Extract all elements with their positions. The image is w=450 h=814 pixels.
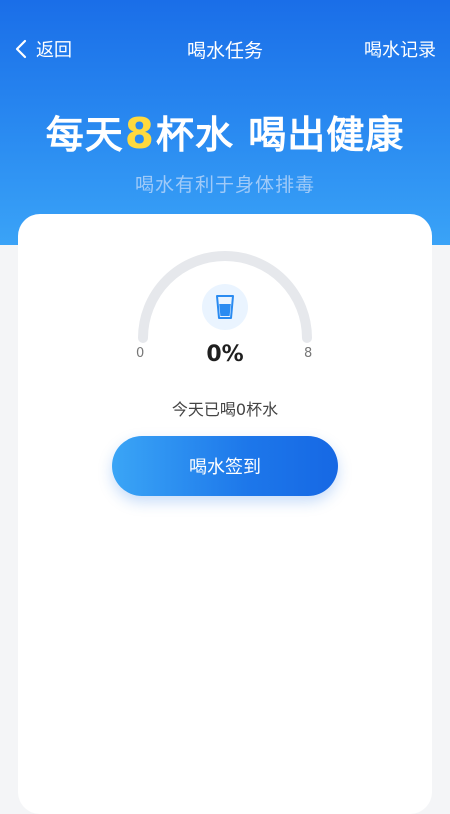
navigation-bar: 返回 喝水任务 喝水记录 [0,30,450,70]
progress-percent: 0% [206,342,244,367]
water-cup-icon [216,295,234,319]
hero-subtitle: 喝水有利于身体排毒 [134,174,315,196]
hero-title-number: 8 [124,109,155,158]
drink-status-text: 今天已喝0杯水 [171,400,279,419]
hero-title-prefix: 每天 [45,113,124,157]
drink-record-link[interactable]: 喝水记录 [364,36,436,62]
drink-checkin-button[interactable]: 喝水签到 [112,436,338,496]
task-card: 0 8 0% 今天已喝0杯水 喝水签到 [18,214,432,814]
cup-icon-badge [202,284,248,330]
hero-title-suffix: 杯水 喝出健康 [156,113,405,157]
hero-title: 每天8杯水 喝出健康 [0,104,450,159]
